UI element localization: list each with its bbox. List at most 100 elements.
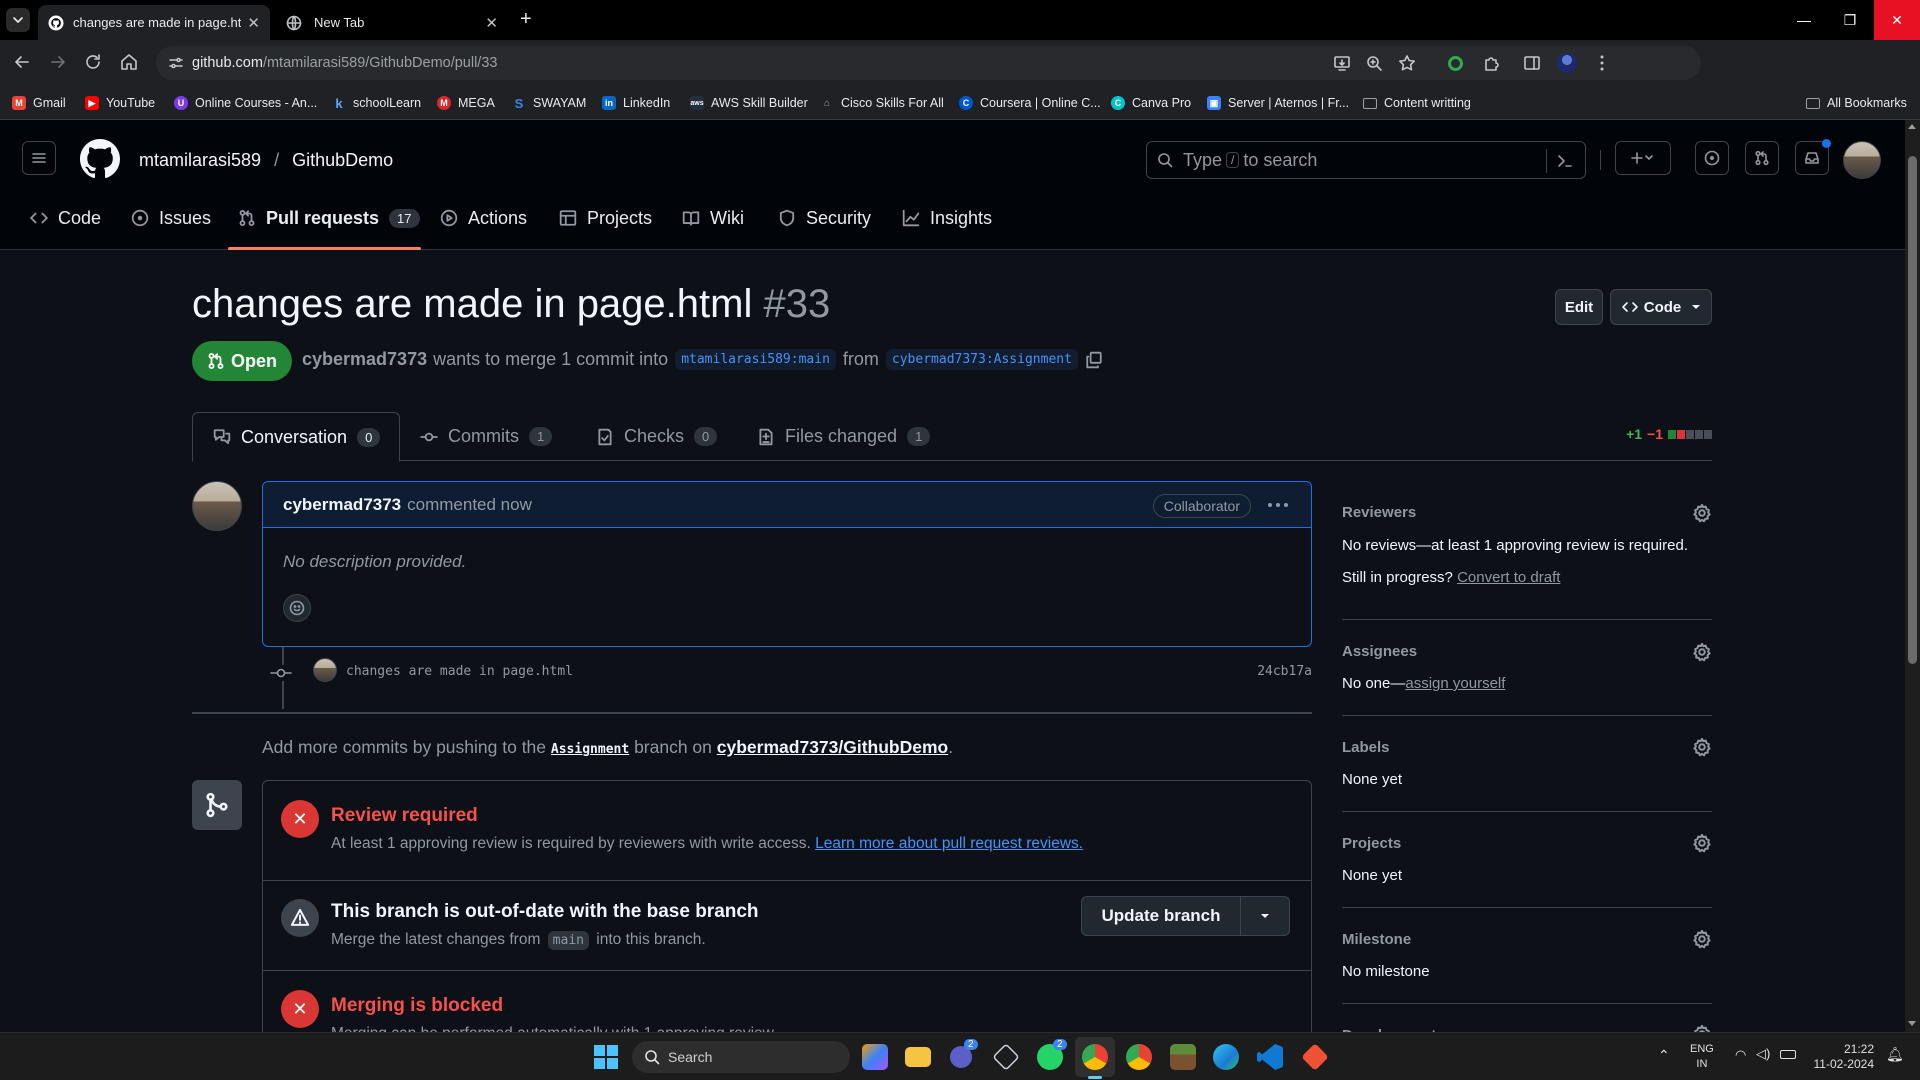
menu-kebab-icon[interactable] xyxy=(1593,54,1611,72)
tab-commits[interactable]: Commits 1 xyxy=(420,412,553,461)
all-bookmarks[interactable]: All Bookmarks xyxy=(1806,93,1907,113)
gear-icon[interactable] xyxy=(1692,833,1712,853)
issues-button[interactable] xyxy=(1695,141,1729,175)
scrollbar-thumb[interactable] xyxy=(1908,156,1917,664)
copilot-app-icon[interactable] xyxy=(862,1044,888,1070)
bookmark-swayam[interactable]: S SWAYAM xyxy=(512,93,587,113)
copy-icon[interactable] xyxy=(1085,351,1103,369)
repo-nav-actions[interactable]: Actions xyxy=(440,201,527,235)
restore-button[interactable]: ❐ xyxy=(1827,0,1873,40)
breadcrumb-repo[interactable]: GithubDemo xyxy=(292,150,393,170)
extension-green-icon[interactable] xyxy=(1448,56,1463,71)
chrome-profile-app-icon[interactable] xyxy=(1126,1044,1152,1070)
user-avatar[interactable] xyxy=(1843,141,1881,179)
push-hint-branch[interactable]: Assignment xyxy=(551,742,629,757)
side-panel-icon[interactable] xyxy=(1523,54,1541,72)
virtualbox-app-icon[interactable] xyxy=(992,1043,1020,1071)
install-app-icon[interactable] xyxy=(1333,54,1351,72)
windows-start-icon[interactable] xyxy=(593,1044,619,1070)
zoom-icon[interactable] xyxy=(1365,54,1383,72)
gear-icon[interactable] xyxy=(1692,642,1712,662)
scroll-down-arrow[interactable] xyxy=(1908,1021,1916,1026)
language-indicator[interactable]: ENG IN xyxy=(1690,1042,1714,1072)
edge-app-icon[interactable] xyxy=(1213,1044,1239,1070)
notification-bell-icon[interactable]: 🔔︎ xyxy=(1886,1046,1904,1063)
repo-nav-code[interactable]: Code xyxy=(30,201,101,235)
tab-close-icon[interactable]: ✕ xyxy=(247,14,260,32)
labels-heading[interactable]: Labels xyxy=(1342,739,1390,756)
minimize-button[interactable]: — xyxy=(1781,0,1827,40)
more-options-icon[interactable] xyxy=(1267,502,1289,508)
bookmark-coursera[interactable]: C Coursera | Online C... xyxy=(959,93,1101,113)
browser-tab-active[interactable]: changes are made in page.html ✕ xyxy=(38,5,270,40)
tab-list-dropdown[interactable] xyxy=(6,8,30,32)
repo-nav-issues[interactable]: Issues xyxy=(131,201,211,235)
page-scrollbar[interactable] xyxy=(1905,120,1920,1032)
bookmark-star-icon[interactable] xyxy=(1398,54,1416,72)
gear-icon[interactable] xyxy=(1692,929,1712,949)
github-logo-icon[interactable] xyxy=(80,139,120,179)
pr-author[interactable]: cybermad7373 xyxy=(302,349,427,370)
comment-author-avatar[interactable] xyxy=(192,481,242,531)
repo-nav-security[interactable]: Security xyxy=(778,201,871,235)
minecraft-app-icon[interactable] xyxy=(1170,1044,1196,1070)
create-new-button[interactable] xyxy=(1615,141,1671,175)
bookmark-cisco[interactable]: ⌂ Cisco Skills For All xyxy=(820,93,944,113)
tab-close-icon[interactable]: ✕ xyxy=(485,14,498,32)
repo-nav-pull-requests[interactable]: Pull requests 17 xyxy=(238,201,420,235)
file-explorer-icon[interactable] xyxy=(905,1047,931,1067)
bookmark-gmail[interactable]: M Gmail xyxy=(12,93,66,113)
bookmark-schoollearn[interactable]: k schoolLearn xyxy=(332,93,421,113)
head-branch[interactable]: cybermad7373:Assignment xyxy=(885,349,1078,370)
close-window-button[interactable]: ✕ xyxy=(1874,0,1920,40)
assignees-heading[interactable]: Assignees xyxy=(1342,643,1417,660)
add-reaction-button[interactable] xyxy=(283,594,311,622)
git-app-icon[interactable] xyxy=(1301,1043,1329,1071)
bookmark-aws[interactable]: aws AWS Skill Builder xyxy=(690,93,808,113)
address-bar[interactable]: github.com/mtamilarasi589/GithubDemo/pul… xyxy=(156,46,1701,80)
base-branch[interactable]: mtamilarasi589:main xyxy=(675,349,836,370)
site-info-icon[interactable] xyxy=(168,55,184,71)
repo-nav-projects[interactable]: Projects xyxy=(559,201,652,235)
home-icon[interactable] xyxy=(119,52,139,72)
bookmark-online-courses[interactable]: U Online Courses - An... xyxy=(174,93,317,113)
bookmark-aternos[interactable]: ▣ Server | Aternos | Fr... xyxy=(1207,93,1349,113)
bookmark-youtube[interactable]: ▶ YouTube xyxy=(85,93,155,113)
comment-author[interactable]: cybermad7373 xyxy=(283,495,401,515)
scroll-up-arrow[interactable] xyxy=(1908,124,1916,129)
commit-author-avatar[interactable] xyxy=(313,658,337,682)
repo-nav-wiki[interactable]: Wiki xyxy=(682,201,744,235)
battery-icon[interactable] xyxy=(1780,1050,1796,1059)
update-branch-button[interactable]: Update branch xyxy=(1081,896,1241,936)
hamburger-menu-button[interactable] xyxy=(22,141,56,175)
browser-tab-new[interactable]: New Tab ✕ xyxy=(276,5,508,40)
gear-icon[interactable] xyxy=(1692,503,1712,523)
inbox-button[interactable] xyxy=(1795,139,1831,175)
code-dropdown-button[interactable]: Code xyxy=(1610,289,1712,325)
reload-icon[interactable] xyxy=(83,52,103,72)
chrome-app-icon[interactable] xyxy=(1082,1044,1108,1070)
vscode-app-icon[interactable] xyxy=(1257,1044,1283,1070)
forward-icon[interactable] xyxy=(48,52,68,72)
tab-conversation[interactable]: Conversation 0 xyxy=(192,412,400,462)
commit-message[interactable]: changes are made in page.html xyxy=(346,664,573,679)
new-tab-button[interactable]: + xyxy=(520,8,532,31)
back-icon[interactable] xyxy=(12,52,32,72)
clock[interactable]: 21:22 11-02-2024 xyxy=(1810,1042,1875,1072)
tab-files-changed[interactable]: Files changed 1 xyxy=(757,412,931,461)
taskbar-search[interactable]: Search xyxy=(632,1041,850,1073)
edit-title-button[interactable]: Edit xyxy=(1555,289,1603,325)
bookmark-canva[interactable]: C Canva Pro xyxy=(1111,93,1191,113)
push-hint-repo[interactable]: cybermad7373/GithubDemo xyxy=(717,737,948,757)
bookmark-mega[interactable]: M MEGA xyxy=(437,93,495,113)
volume-icon[interactable]: ◁) xyxy=(1756,1046,1770,1062)
milestone-heading[interactable]: Milestone xyxy=(1342,931,1411,948)
update-branch-dropdown[interactable] xyxy=(1240,896,1290,936)
reviewers-heading[interactable]: Reviewers xyxy=(1342,504,1416,521)
tray-chevron-icon[interactable]: ⌃ xyxy=(1658,1047,1670,1064)
command-palette-icon[interactable] xyxy=(1557,153,1573,169)
learn-more-link[interactable]: Learn more about pull request reviews. xyxy=(815,835,1083,852)
bookmark-content-writing[interactable]: Content writting xyxy=(1363,93,1471,113)
projects-heading[interactable]: Projects xyxy=(1342,835,1401,852)
profile-avatar[interactable] xyxy=(1557,53,1577,73)
